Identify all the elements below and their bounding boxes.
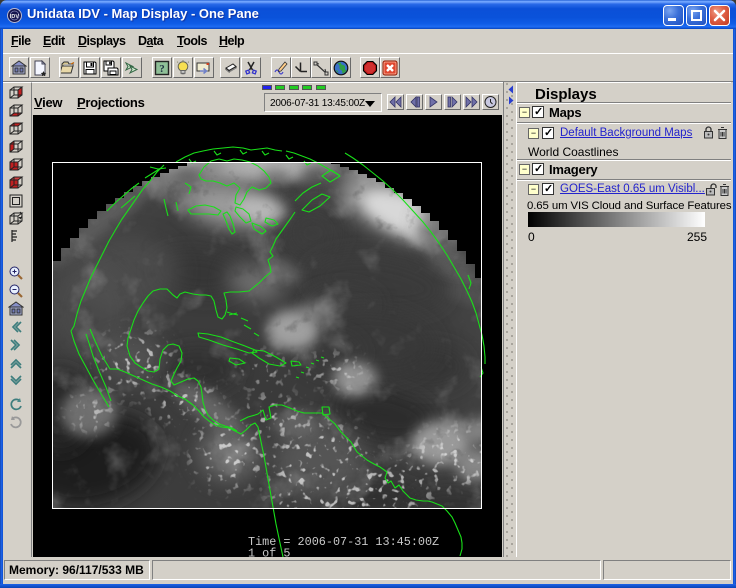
svg-text:?: ? xyxy=(159,63,165,75)
svg-text:IDV: IDV xyxy=(10,14,20,20)
svg-text:1 of 5: 1 of 5 xyxy=(248,547,290,558)
